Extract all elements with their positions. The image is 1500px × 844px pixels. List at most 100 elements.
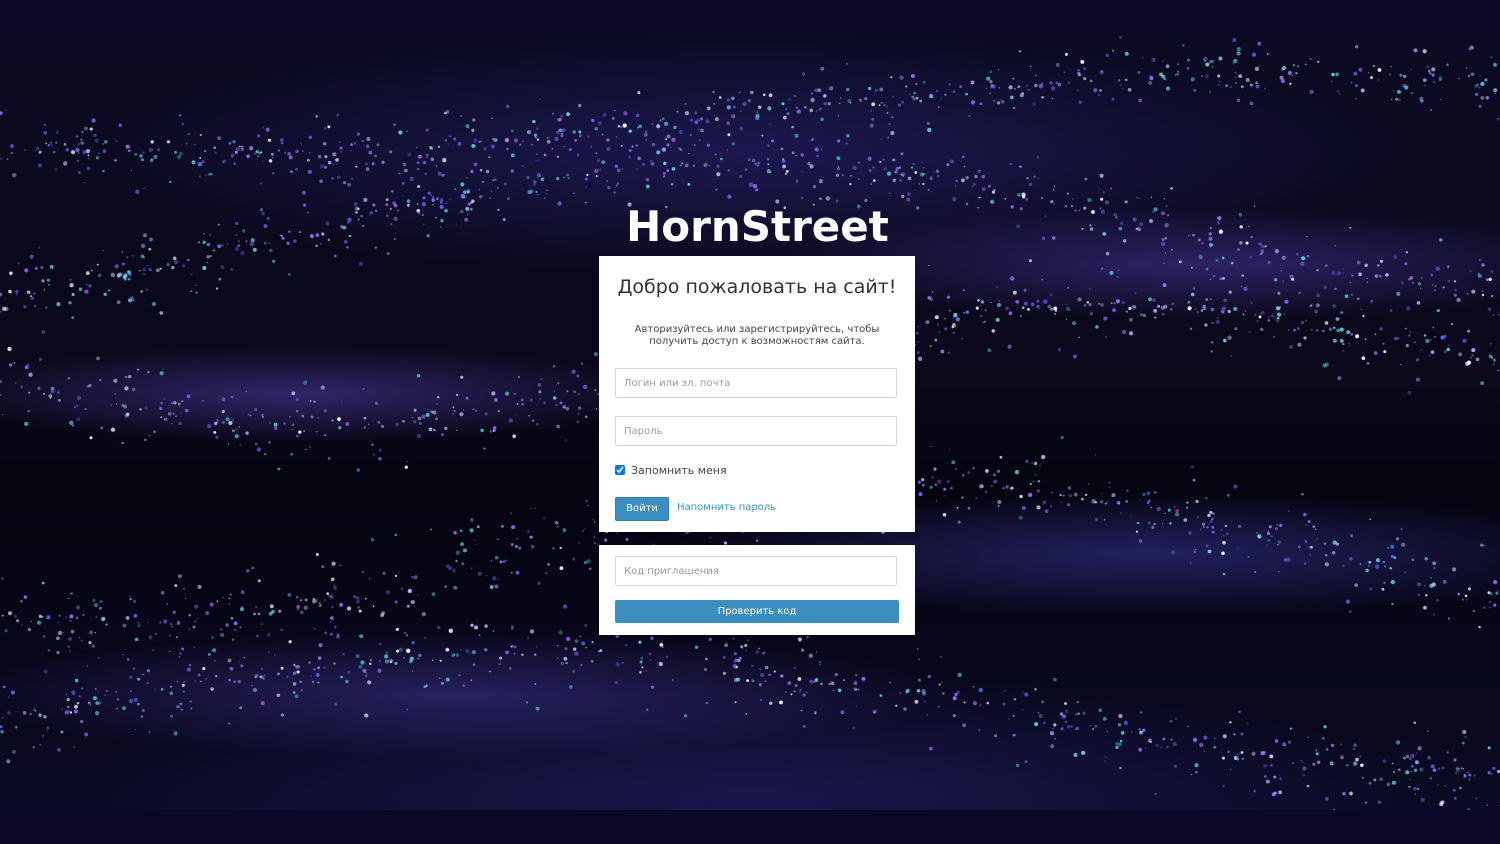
particle xyxy=(1390,554,1395,559)
particle xyxy=(98,606,102,610)
particle xyxy=(38,151,41,154)
invite-code-input[interactable] xyxy=(615,556,897,586)
particle xyxy=(1360,308,1363,311)
particle xyxy=(169,634,172,637)
particle xyxy=(409,659,413,664)
particle xyxy=(179,656,181,658)
check-code-button[interactable]: Проверить код xyxy=(615,600,899,623)
particle xyxy=(977,169,981,173)
particle xyxy=(1405,754,1410,759)
particle xyxy=(1086,301,1089,304)
particle xyxy=(472,408,475,411)
particle xyxy=(1417,788,1419,790)
particle xyxy=(363,425,367,429)
particle xyxy=(193,646,195,649)
particle xyxy=(645,670,648,672)
particle xyxy=(335,158,339,162)
particle xyxy=(1230,355,1232,357)
forgot-password-link[interactable]: Напомнить пароль xyxy=(677,502,776,513)
particle xyxy=(23,595,28,599)
particle xyxy=(1324,554,1328,557)
particle xyxy=(670,183,674,186)
remember-me-label[interactable]: Запомнить меня xyxy=(631,464,727,477)
particle xyxy=(1076,700,1080,704)
particle xyxy=(957,672,962,678)
particle xyxy=(400,587,404,590)
particle xyxy=(566,390,569,393)
particle xyxy=(12,749,16,754)
particle xyxy=(41,615,44,618)
particle xyxy=(1244,310,1247,312)
particle xyxy=(67,376,71,380)
particle xyxy=(390,190,394,193)
particle xyxy=(1221,308,1224,310)
particle xyxy=(327,595,330,597)
particle xyxy=(791,125,794,129)
particle xyxy=(235,221,239,226)
particle xyxy=(1077,712,1080,715)
login-input[interactable] xyxy=(615,368,897,398)
particle xyxy=(187,133,190,136)
particle xyxy=(1411,558,1415,561)
particle xyxy=(295,665,297,668)
particle xyxy=(540,177,545,182)
particle xyxy=(939,331,941,333)
particle xyxy=(791,151,795,155)
particle xyxy=(1031,462,1033,464)
particle xyxy=(528,415,530,417)
particle xyxy=(1340,743,1342,745)
particle xyxy=(972,182,976,186)
particle xyxy=(1245,241,1249,245)
particle xyxy=(202,266,207,270)
particle xyxy=(15,382,17,384)
particle xyxy=(1305,524,1307,526)
particle xyxy=(734,701,737,704)
particle xyxy=(1312,525,1316,528)
particle xyxy=(1431,284,1434,286)
particle xyxy=(394,574,398,577)
particle xyxy=(435,165,438,167)
remember-me-checkbox[interactable] xyxy=(615,465,625,475)
particle xyxy=(472,144,476,148)
password-input[interactable] xyxy=(615,416,897,446)
particle xyxy=(1264,775,1267,778)
particle xyxy=(460,209,464,214)
particle xyxy=(1067,503,1071,507)
particle xyxy=(195,291,198,294)
particle xyxy=(261,211,265,216)
particle xyxy=(739,656,742,660)
particle xyxy=(1467,808,1471,810)
particle xyxy=(1417,582,1422,587)
particle xyxy=(1123,720,1128,726)
particle xyxy=(1460,767,1463,769)
particle xyxy=(1469,356,1472,359)
particle xyxy=(356,468,360,472)
particle xyxy=(368,662,372,665)
particle xyxy=(410,575,414,579)
particle xyxy=(1175,509,1179,513)
particle xyxy=(521,653,524,657)
particle xyxy=(240,664,244,668)
particle xyxy=(229,666,234,671)
particle xyxy=(1041,196,1043,199)
particle xyxy=(455,429,458,432)
particle xyxy=(70,630,75,634)
particle xyxy=(78,636,81,639)
particle xyxy=(1375,564,1380,569)
login-button[interactable]: Войти xyxy=(615,497,669,521)
particle xyxy=(760,672,765,678)
particle xyxy=(972,467,975,470)
particle xyxy=(287,592,292,597)
particle xyxy=(1009,95,1014,100)
particle xyxy=(852,165,857,170)
particle xyxy=(727,133,731,137)
particle xyxy=(1456,767,1461,772)
particle xyxy=(1381,587,1385,591)
particle xyxy=(41,581,45,585)
particle xyxy=(1396,336,1400,340)
particle xyxy=(348,234,352,238)
particle xyxy=(455,653,460,657)
particle xyxy=(1269,754,1274,759)
particle xyxy=(427,191,431,195)
particle xyxy=(1407,390,1412,395)
